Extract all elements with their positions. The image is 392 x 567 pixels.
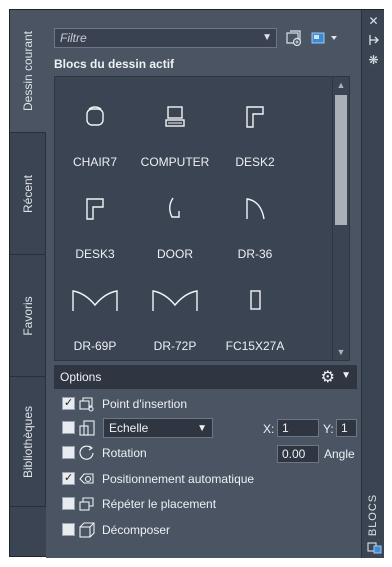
desk3-icon [86,198,104,220]
tab-favorites[interactable]: Favoris [10,255,46,377]
repeat-placement-label: Répéter le placement [102,497,217,511]
scrollbar-thumb[interactable] [335,95,347,225]
auto-placement-icon [79,473,94,484]
auto-placement-label: Positionnement automatique [102,472,255,486]
grid-scrollbar[interactable]: ▲ ▼ [332,77,349,360]
block-tile[interactable]: DESK3 [55,185,135,275]
filter-combobox[interactable]: ▼ [54,28,277,48]
rotation-icon [79,445,94,460]
door-icon [169,197,180,218]
x-label: X: [263,422,275,436]
palette-title-bar[interactable]: ✕ ❋ BLOCS [361,10,384,558]
block-label: COMPUTER [140,155,210,169]
options-header[interactable]: Options ⚙ ▼ [54,365,357,389]
explode-label: Décomposer [102,523,171,537]
y-scale-field[interactable]: 1 [336,419,357,437]
view-icons-icon[interactable] [310,28,342,48]
rotation-option[interactable]: Rotation [62,443,212,463]
repeat-placement-checkbox[interactable] [62,497,75,510]
block-tile[interactable]: DESK2 [215,93,295,183]
properties-icon[interactable]: ❋ [365,53,382,67]
scroll-up-icon[interactable]: ▲ [333,80,349,90]
chevron-down-icon[interactable]: ▼ [262,32,272,43]
block-label: DR-69P [73,339,117,353]
rotation-label: Rotation [102,446,147,460]
chevron-down-icon[interactable]: ▼ [341,370,351,381]
scroll-down-icon[interactable]: ▼ [333,347,349,357]
scale-dropdown-value: Echelle [109,421,149,435]
blocks-grid: CHAIR7 COMPUTER DESK2 DESK3 DOOR DR-36 D… [54,76,350,361]
tab-recent[interactable]: Récent [10,133,46,255]
angle-label: Angle [324,447,355,461]
auto-hide-icon[interactable] [365,34,382,48]
explode-checkbox[interactable] [62,523,75,536]
rotation-angle-field[interactable]: 0.00 [277,445,319,463]
scale-dropdown[interactable]: Echelle ▼ [103,418,213,438]
explode-option[interactable]: Décomposer [62,520,352,540]
options-title: Options [60,370,102,384]
repeat-placement-option[interactable]: Répéter le placement [62,494,352,514]
tab-favorites-label: Favoris [20,295,35,336]
block-label: FC15X27A [225,339,285,353]
chair-icon [86,106,104,126]
insertion-point-checkbox[interactable] [62,396,75,410]
gear-icon[interactable]: ⚙ [321,367,335,387]
chevron-down-icon[interactable]: ▼ [197,423,207,434]
insertion-point-option[interactable]: Point d'insertion [62,394,352,414]
desk2-icon [246,106,264,128]
auto-placement-checkbox[interactable] [62,471,75,485]
block-label: DESK2 [235,155,275,169]
block-label: DESK3 [75,247,115,261]
section-title: Blocs du dessin actif [54,57,175,71]
block-label: DR-72P [153,339,197,353]
tab-libraries[interactable]: Bibliothèques [10,377,46,507]
block-tile[interactable]: DR-36 [215,185,295,275]
block-tile[interactable]: COMPUTER [135,93,215,183]
dr72p-icon [152,290,198,311]
block-tile[interactable]: DR-69P [55,277,135,360]
blocks-content-panel: ▼ Blocs du dessin actif [46,10,361,558]
block-label: CHAIR7 [72,155,117,169]
block-tile[interactable]: DR-72P [135,277,215,360]
block-tile[interactable]: CHAIR7 [55,93,135,183]
tab-recent-label: Récent [20,174,35,213]
block-tile[interactable]: FC15X27A [215,277,295,360]
auto-placement-option[interactable]: Positionnement automatique [62,469,352,489]
y-label: Y: [323,422,334,436]
block-label: DOOR [157,247,193,261]
blocks-palette-icon [365,540,382,554]
scale-checkbox[interactable] [62,421,75,434]
repeat-placement-icon [79,497,94,511]
tab-current-drawing[interactable]: Dessin courant [10,10,46,133]
x-scale-field[interactable]: 1 [277,419,319,437]
palette-title: BLOCS [367,493,379,537]
insertion-point-icon [79,397,94,412]
close-icon[interactable]: ✕ [365,14,382,28]
computer-icon [165,106,185,127]
scale-option[interactable] [62,418,95,438]
scale-icon [79,420,95,436]
insertion-point-label: Point d'insertion [102,397,188,411]
explode-icon [79,522,95,538]
dr69p-icon [72,290,118,311]
load-blocks-icon[interactable] [284,28,304,48]
block-tile[interactable]: DOOR [135,185,215,275]
tab-current-drawing-label: Dessin courant [21,30,35,112]
dr36-icon [246,198,265,220]
tab-libraries-label: Bibliothèques [20,405,35,478]
blocks-palette: Dessin courant Récent Favoris Bibliothèq… [9,9,384,558]
rotation-checkbox[interactable] [62,446,75,459]
filter-input[interactable] [55,29,255,47]
fc15x27a-icon [250,290,261,310]
block-label: DR-36 [237,247,273,261]
